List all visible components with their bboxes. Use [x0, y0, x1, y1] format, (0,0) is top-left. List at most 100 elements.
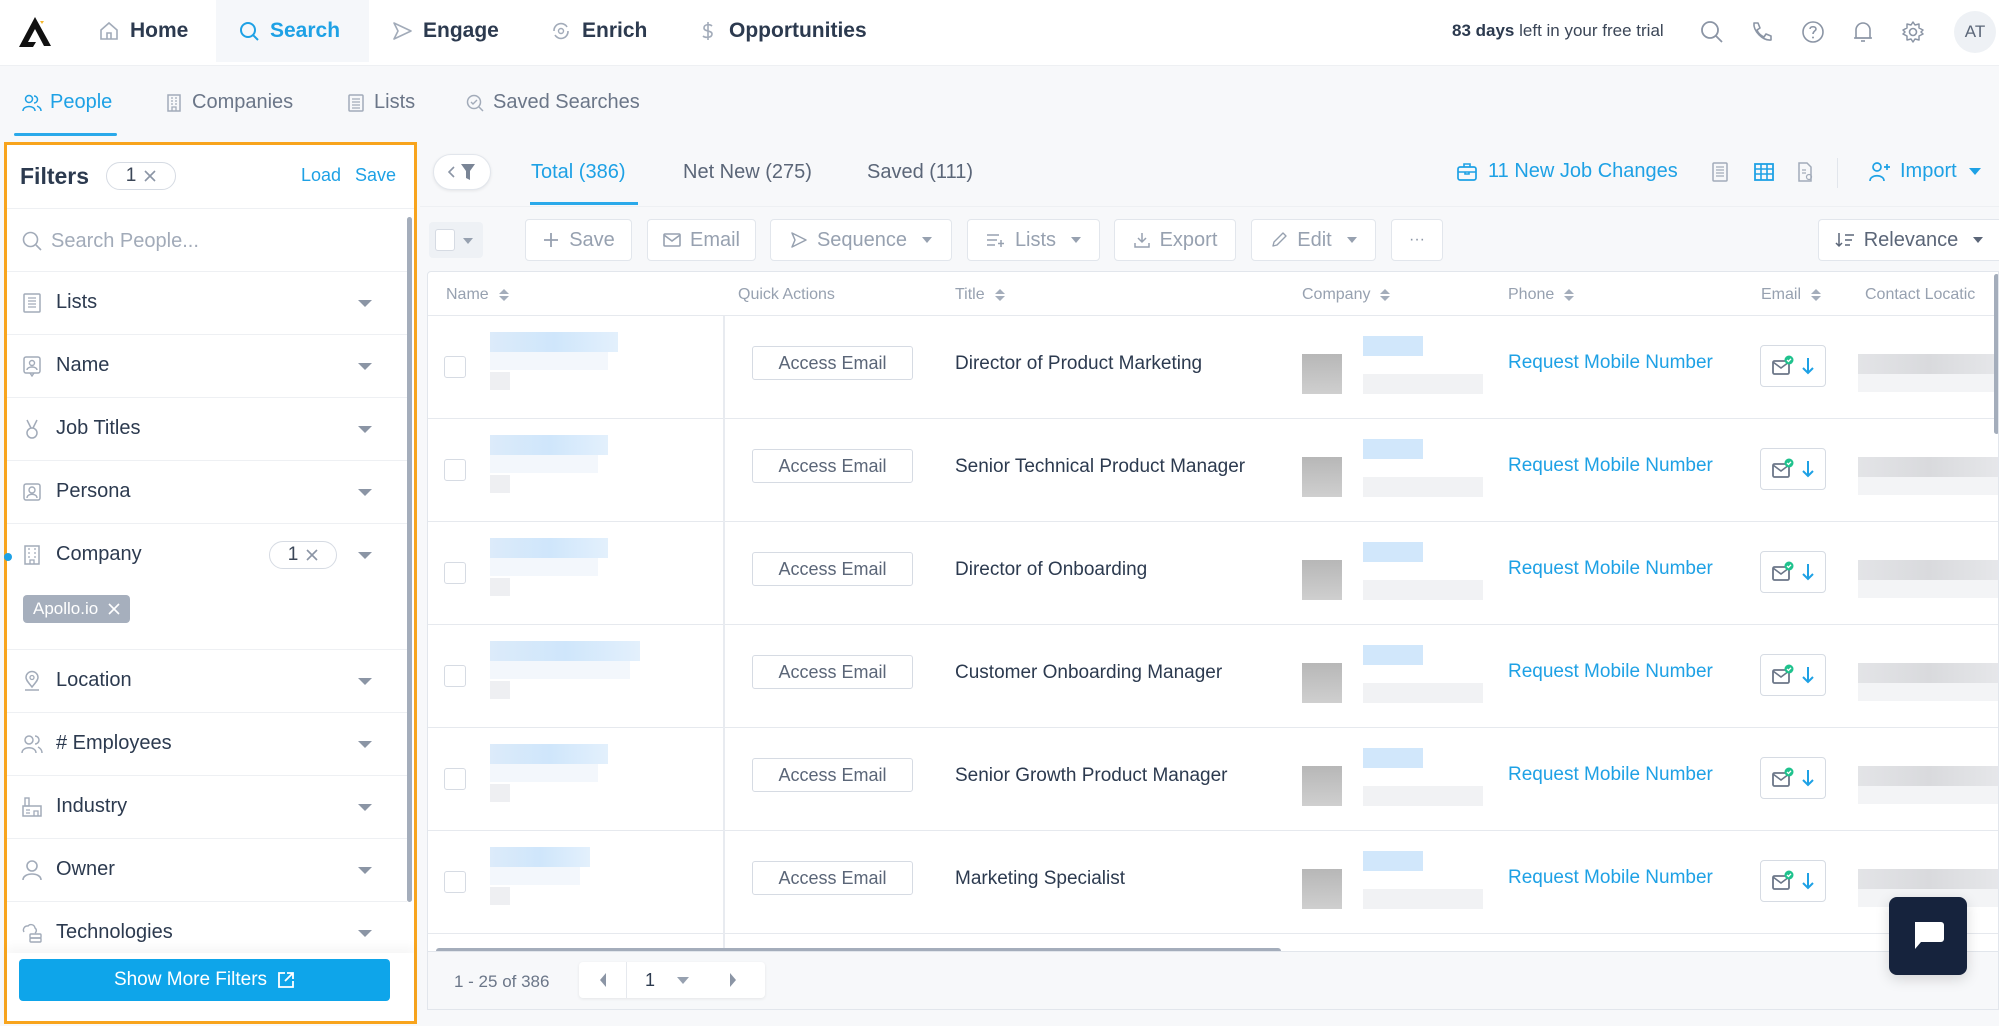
table-view-icon[interactable] [1753, 161, 1775, 183]
gear-icon[interactable] [1900, 19, 1926, 45]
column-header-email[interactable]: Email [1761, 286, 1822, 304]
filter-employees[interactable]: # Employees [7, 713, 407, 776]
email-status-button[interactable] [1760, 654, 1826, 696]
email-status-button[interactable] [1760, 345, 1826, 387]
filter-job-titles[interactable]: Job Titles [7, 398, 407, 461]
access-email-button[interactable]: Access Email [752, 861, 913, 895]
row-checkbox[interactable] [444, 562, 466, 584]
subnav-lists[interactable]: Lists [346, 91, 415, 114]
nav-search[interactable]: Search [216, 0, 369, 62]
sort-dropdown[interactable]: Relevance [1818, 219, 1999, 261]
nav-enrich[interactable]: Enrich [550, 0, 647, 62]
show-more-filters-button[interactable]: Show More Filters [19, 959, 390, 1001]
phone-icon[interactable] [1749, 19, 1775, 45]
export-button[interactable]: Export [1114, 219, 1236, 261]
bell-icon[interactable] [1850, 19, 1876, 45]
nav-home[interactable]: Home [98, 0, 208, 62]
list-view-icon[interactable] [1709, 161, 1731, 183]
redacted-name[interactable] [490, 847, 590, 867]
access-email-button[interactable]: Access Email [752, 655, 913, 689]
row-checkbox[interactable] [444, 768, 466, 790]
column-header-phone[interactable]: Phone [1508, 286, 1575, 304]
request-mobile-link[interactable]: Request Mobile Number [1508, 558, 1713, 580]
current-page[interactable]: 1 [645, 970, 655, 991]
lists-button[interactable]: Lists [967, 219, 1100, 261]
filter-company[interactable]: Company 1 [4, 524, 407, 650]
email-status-button[interactable] [1760, 757, 1826, 799]
redacted-company-name[interactable] [1363, 851, 1423, 871]
email-button[interactable]: Email [647, 219, 756, 261]
redacted-company-name[interactable] [1363, 748, 1423, 768]
redacted-company-name[interactable] [1363, 542, 1423, 562]
request-mobile-link[interactable]: Request Mobile Number [1508, 661, 1713, 683]
sequence-button[interactable]: Sequence [770, 219, 952, 261]
vertical-scrollbar[interactable] [1994, 274, 1998, 434]
filter-persona[interactable]: Persona [7, 461, 407, 524]
filter-owner[interactable]: Owner [7, 839, 407, 902]
previous-page-button[interactable] [579, 962, 627, 998]
request-mobile-link[interactable]: Request Mobile Number [1508, 764, 1713, 786]
access-email-button[interactable]: Access Email [752, 758, 913, 792]
filter-name[interactable]: Name [7, 335, 407, 398]
nav-opportunities[interactable]: Opportunities [697, 0, 867, 62]
request-mobile-link[interactable]: Request Mobile Number [1508, 352, 1713, 374]
page-dropdown-icon[interactable] [677, 977, 689, 984]
select-all-checkbox[interactable] [435, 229, 455, 251]
chat-widget-button[interactable] [1889, 897, 1967, 975]
tab-net-new[interactable]: Net New (275) [683, 161, 812, 184]
email-status-button[interactable] [1760, 448, 1826, 490]
save-button[interactable]: Save [525, 219, 632, 261]
row-checkbox[interactable] [444, 871, 466, 893]
remove-tag-icon[interactable] [108, 603, 120, 615]
redacted-name[interactable] [490, 641, 640, 661]
redacted-company-name[interactable] [1363, 336, 1423, 356]
filters-count-chip[interactable]: 1 [106, 162, 176, 190]
request-mobile-link[interactable]: Request Mobile Number [1508, 455, 1713, 477]
subnav-saved-searches[interactable]: Saved Searches [465, 91, 640, 114]
redacted-name[interactable] [490, 435, 608, 455]
save-filters-link[interactable]: Save [355, 165, 396, 186]
search-people-input[interactable] [51, 224, 391, 258]
filters-scrollbar[interactable] [407, 217, 412, 902]
select-all-dropdown[interactable] [429, 222, 483, 258]
redacted-company-name[interactable] [1363, 645, 1423, 665]
filter-lists[interactable]: Lists [7, 272, 407, 335]
column-header-title[interactable]: Title [955, 286, 1005, 304]
import-button[interactable]: Import [1868, 160, 1981, 183]
column-header-company[interactable]: Company [1302, 286, 1391, 304]
access-email-button[interactable]: Access Email [752, 346, 913, 380]
next-page-button[interactable] [709, 962, 757, 998]
filter-industry[interactable]: Industry [7, 776, 407, 839]
request-mobile-link[interactable]: Request Mobile Number [1508, 867, 1713, 889]
row-checkbox[interactable] [444, 356, 466, 378]
access-email-button[interactable]: Access Email [752, 552, 913, 586]
filter-location[interactable]: Location [7, 650, 407, 713]
user-avatar[interactable]: AT [1954, 11, 1996, 53]
redacted-name[interactable] [490, 332, 618, 352]
tab-total[interactable]: Total (386) [531, 161, 626, 184]
nav-engage[interactable]: Engage [391, 0, 499, 62]
clear-filters-icon[interactable] [144, 170, 156, 182]
column-header-contact-location[interactable]: Contact Locatic [1865, 286, 1975, 304]
row-checkbox[interactable] [444, 459, 466, 481]
more-actions-button[interactable]: ··· [1391, 219, 1443, 261]
column-header-name[interactable]: Name [446, 286, 509, 304]
collapse-filters-button[interactable] [433, 154, 491, 190]
access-email-button[interactable]: Access Email [752, 449, 913, 483]
filter-count-chip[interactable]: 1 [269, 541, 337, 569]
row-checkbox[interactable] [444, 665, 466, 687]
email-status-button[interactable] [1760, 860, 1826, 902]
document-view-icon[interactable] [1794, 161, 1816, 183]
load-filters-link[interactable]: Load [301, 165, 341, 186]
edit-button[interactable]: Edit [1251, 219, 1376, 261]
email-status-button[interactable] [1760, 551, 1826, 593]
redacted-name[interactable] [490, 538, 608, 558]
apollo-logo[interactable] [16, 14, 54, 50]
clear-filter-icon[interactable] [306, 549, 318, 561]
global-search-icon[interactable] [1699, 19, 1725, 45]
tab-saved[interactable]: Saved (111) [867, 161, 973, 184]
redacted-company-name[interactable] [1363, 439, 1423, 459]
redacted-name[interactable] [490, 744, 608, 764]
subnav-people[interactable]: People [22, 91, 112, 114]
help-icon[interactable] [1800, 19, 1826, 45]
